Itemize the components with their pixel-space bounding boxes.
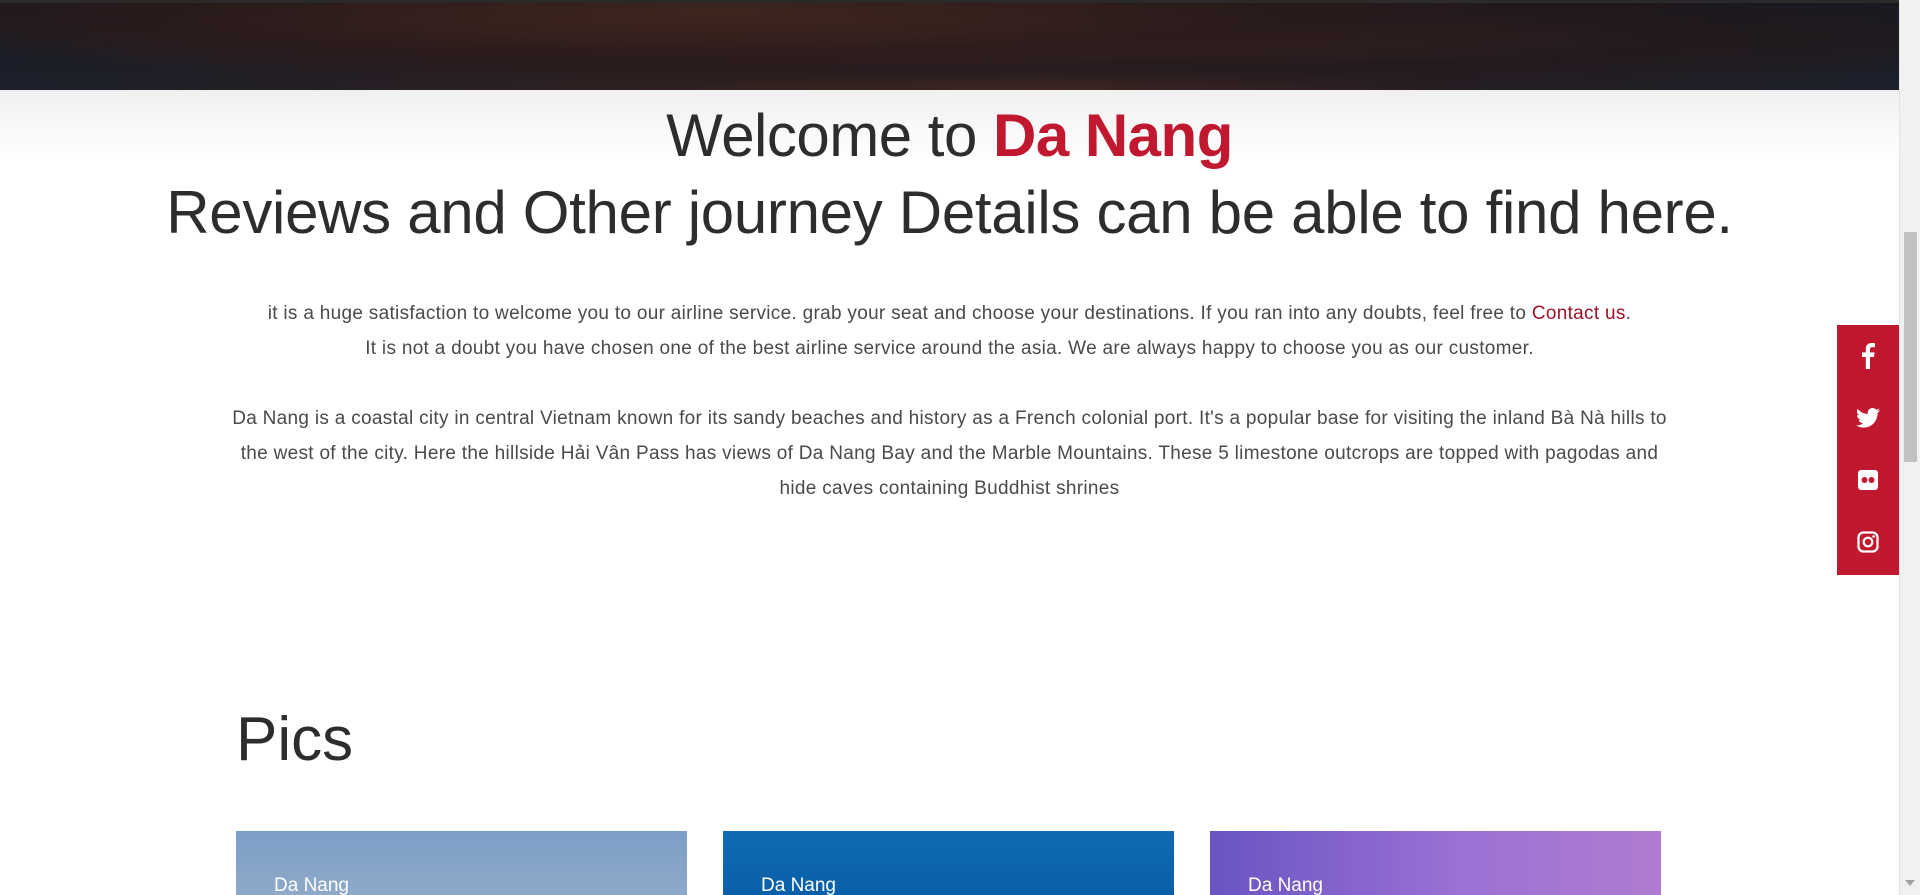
pic-card-label: Da Nang <box>274 875 349 895</box>
pic-card[interactable]: Da Nang <box>236 831 687 895</box>
instagram-button[interactable] <box>1837 511 1899 573</box>
welcome-section: Welcome to Da Nang Reviews and Other jou… <box>0 90 1899 506</box>
pic-card[interactable]: Da Nang <box>1210 831 1661 895</box>
social-sidebar <box>1837 325 1899 575</box>
intro-text: it is a huge satisfaction to welcome you… <box>267 303 1532 324</box>
pic-card[interactable]: Da Nang <box>723 831 1174 895</box>
city-description: Da Nang is a coastal city in central Vie… <box>232 408 1667 499</box>
facebook-icon <box>1862 343 1875 369</box>
pic-card-label: Da Nang <box>1248 875 1323 895</box>
twitter-icon <box>1856 408 1880 428</box>
twitter-button[interactable] <box>1837 387 1899 449</box>
intro-paragraph: it is a huge satisfaction to welcome you… <box>220 296 1680 366</box>
flickr-button[interactable] <box>1837 449 1899 511</box>
instagram-icon <box>1857 531 1879 553</box>
facebook-button[interactable] <box>1837 325 1899 387</box>
pics-heading: Pics <box>236 705 354 774</box>
scroll-down-arrow-icon[interactable] <box>1905 880 1915 886</box>
scrollbar-thumb[interactable] <box>1904 232 1917 462</box>
intro-period: . <box>1625 303 1632 324</box>
page-scrollbar[interactable] <box>1899 0 1920 895</box>
contact-us-link[interactable]: Contact us <box>1532 303 1626 324</box>
hero-image <box>0 0 1899 90</box>
welcome-subtitle: Reviews and Other journey Details can be… <box>166 179 1733 246</box>
flickr-icon <box>1858 470 1878 490</box>
welcome-heading: Welcome to Da Nang <box>0 100 1899 172</box>
pic-card-label: Da Nang <box>761 875 836 895</box>
welcome-city: Da Nang <box>992 102 1233 169</box>
welcome-prefix: Welcome to <box>666 102 993 169</box>
intro-second-line: It is not a doubt you have chosen one of… <box>365 338 1534 359</box>
